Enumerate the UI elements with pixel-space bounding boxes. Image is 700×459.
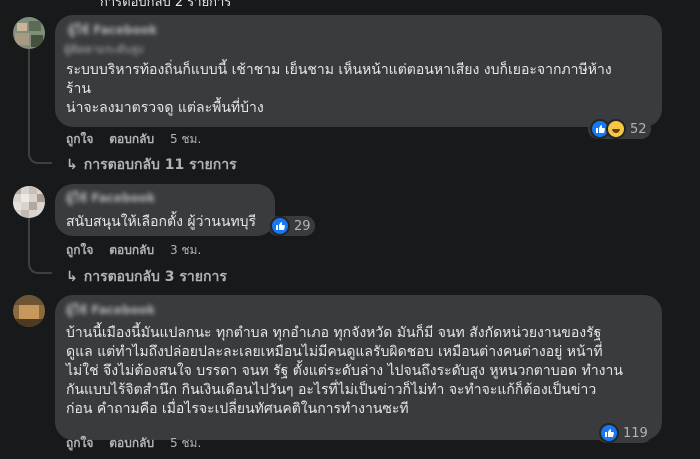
commenter-name[interactable]: ผู้ใช้ Facebook xyxy=(66,189,155,208)
thumbs-up-icon xyxy=(270,216,290,236)
thread-connector xyxy=(28,250,52,274)
comment-line: บ้านนี้เมืองนี้มันแปลกนะ ทุกตำบล ทุกอำเภ… xyxy=(66,325,602,341)
laughing-face-icon xyxy=(606,119,626,139)
reaction-count: 29 xyxy=(294,218,311,234)
timestamp[interactable]: 3 ชม. xyxy=(170,243,201,257)
reply-arrow-icon: ↳ xyxy=(66,157,78,173)
avatar[interactable] xyxy=(13,17,45,49)
comment-line: สนับสนุนให้เลือกตั้ง ผู้ว่านนทบุรี xyxy=(66,214,257,230)
view-replies-link[interactable]: ↳ การตอบกลับ 11 รายการ xyxy=(66,154,237,176)
view-replies-link[interactable]: ↳ การตอบกลับ 3 รายการ xyxy=(66,266,227,288)
replies-label: การตอบกลับ 11 รายการ xyxy=(83,157,237,173)
commenter-name[interactable]: ผู้ใช้ Facebook xyxy=(66,301,155,320)
commenter-name[interactable]: ผู้ใช้ Facebook xyxy=(68,21,157,40)
reaction-summary[interactable]: 52 xyxy=(588,119,651,139)
comment-line: ไม่ใช่ จึงไม่ต้องสนใจ บรรดา จนท รัฐ ตั้ง… xyxy=(66,363,623,379)
reaction-summary[interactable]: 29 xyxy=(268,216,315,236)
reply-button[interactable]: ตอบกลับ xyxy=(109,132,154,146)
comment-text: ระบบบริหารท้องถิ่นก็แบบนี้ เช้าชาม เย็นช… xyxy=(66,61,656,118)
comment-line: กันแบบไร้จิตสำนึก กินเงินเดือนไปวันๆ อะไ… xyxy=(66,382,597,398)
comment-actions: ถูกใจ ตอบกลับ 5 ชม. xyxy=(66,434,213,453)
comment-line: ระบบบริหารท้องถิ่นก็แบบนี้ เช้าชาม เย็นช… xyxy=(66,62,612,78)
like-button[interactable]: ถูกใจ xyxy=(66,243,93,257)
comment-line: น่าจะลงมาตรวจดู แต่ละพื้นที่บ้าง xyxy=(66,100,264,116)
comment-text: สนับสนุนให้เลือกตั้ง ผู้ว่านนทบุรี xyxy=(66,213,281,232)
replies-label: การตอบกลับ 3 รายการ xyxy=(83,269,227,285)
comment-text: บ้านนี้เมืองนี้มันแปลกนะ ทุกตำบล ทุกอำเภ… xyxy=(66,324,656,419)
comment-line: ร้าน xyxy=(66,81,91,97)
reaction-summary[interactable]: 119 xyxy=(597,423,652,443)
reply-arrow-icon: ↳ xyxy=(66,269,78,285)
comment-actions: ถูกใจ ตอบกลับ 3 ชม. xyxy=(66,241,213,260)
thread-connector xyxy=(28,140,52,164)
cut-off-reply-link[interactable]: การตอบกลับ 2 รายการ xyxy=(100,0,231,12)
reaction-count: 119 xyxy=(623,425,648,441)
like-button[interactable]: ถูกใจ xyxy=(66,436,93,450)
timestamp[interactable]: 5 ชม. xyxy=(170,132,201,146)
reaction-count: 52 xyxy=(630,121,647,137)
avatar[interactable] xyxy=(13,186,45,218)
thumbs-up-icon xyxy=(599,423,619,443)
reply-button[interactable]: ตอบกลับ xyxy=(109,243,154,257)
comment-line: ก่อน คำถามคือ เมื่อไรจะเปลี่ยนทัศนคติในก… xyxy=(66,401,409,417)
reply-button[interactable]: ตอบกลับ xyxy=(109,436,154,450)
like-button[interactable]: ถูกใจ xyxy=(66,132,93,146)
timestamp[interactable]: 5 ชม. xyxy=(170,436,201,450)
thread-line xyxy=(28,44,30,154)
comment-actions: ถูกใจ ตอบกลับ 5 ชม. xyxy=(66,130,213,149)
comment-line: ดูแล แต่ทำไมถึงปล่อยปละละเลยเหมือนไม่มีค… xyxy=(66,344,603,360)
commenter-badge: ผู้ติดตามระดับสูง xyxy=(64,43,144,56)
avatar[interactable] xyxy=(13,295,45,327)
